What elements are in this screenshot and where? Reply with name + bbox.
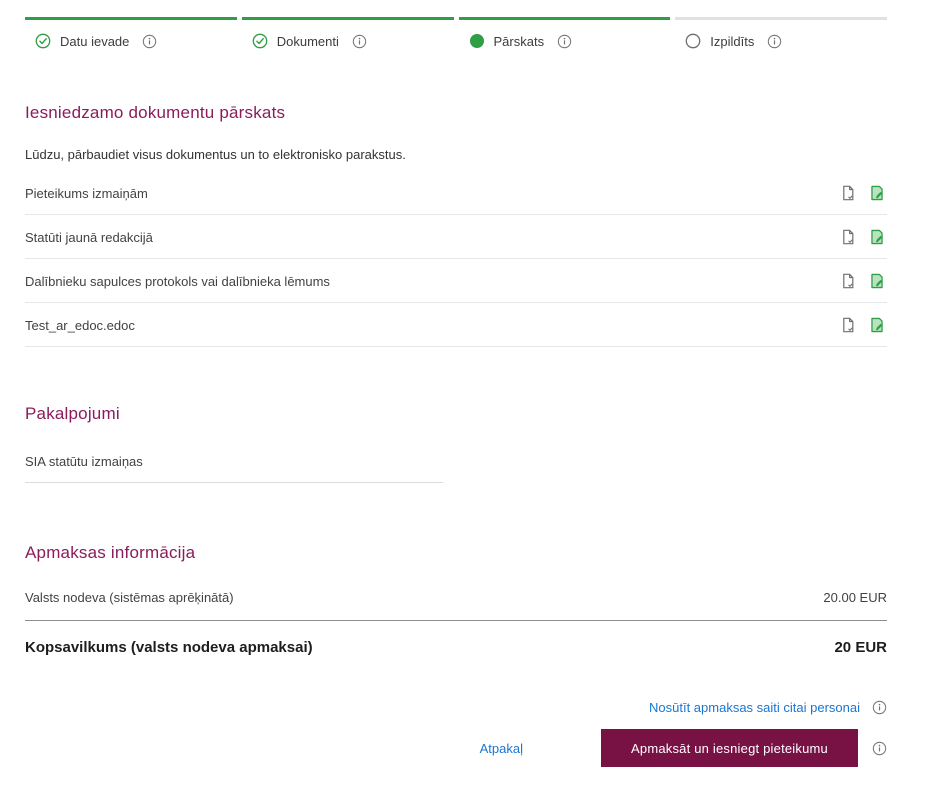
step-bar <box>675 17 887 20</box>
document-title: Statūti jaunā redakcijā <box>25 229 153 245</box>
document-title: Test_ar_edoc.edoc <box>25 317 135 333</box>
payment-fee-label: Valsts nodeva (sistēmas aprēķinātā) <box>25 590 234 605</box>
step-label: Pārskats <box>493 33 545 49</box>
review-page: Datu ievade Dokumenti Pārskats Izpildīts… <box>0 0 931 767</box>
document-title: Pieteikums izmaiņām <box>25 185 148 201</box>
step-label: Izpildīts <box>710 33 755 49</box>
step-dokumenti[interactable]: Dokumenti <box>241 17 454 49</box>
service-item: SIA statūtu izmaiņas <box>25 437 443 483</box>
signed-document-icon[interactable] <box>869 229 885 245</box>
info-icon[interactable] <box>872 700 887 715</box>
payment-summary-label: Kopsavilkums (valsts nodeva apmaksai) <box>25 639 313 656</box>
info-icon[interactable] <box>142 34 157 49</box>
step-label: Datu ievade <box>60 33 130 49</box>
send-payment-link[interactable]: Nosūtīt apmaksas saiti citai personai <box>649 700 860 715</box>
step-label: Dokumenti <box>276 33 339 49</box>
check-circle-icon <box>35 33 51 49</box>
back-link[interactable]: Atpakaļ <box>480 741 523 756</box>
documents-section-title: Iesniedzamo dokumentu pārskats <box>25 103 286 122</box>
filled-circle-icon <box>469 34 484 48</box>
info-icon[interactable] <box>767 34 782 49</box>
document-title: Dalībnieku sapulces protokols vai dalībn… <box>25 273 330 289</box>
step-datu-ievade[interactable]: Datu ievade <box>25 17 237 49</box>
check-circle-icon <box>252 33 268 49</box>
empty-circle-icon <box>685 33 701 49</box>
step-parskats[interactable]: Pārskats <box>458 17 671 49</box>
documents-section-subtitle: Lūdzu, pārbaudiet visus dokumentus un to… <box>25 147 406 162</box>
submit-button[interactable]: Apmaksāt un iesniegt pieteikumu <box>601 729 858 767</box>
signed-document-icon[interactable] <box>869 185 885 201</box>
document-row: Statūti jaunā redakcijā <box>25 215 887 259</box>
document-row: Test_ar_edoc.edoc <box>25 303 887 347</box>
payment-section-title: Apmaksas informācija <box>25 543 196 562</box>
signed-document-icon[interactable] <box>869 273 885 289</box>
step-indicator: Datu ievade Dokumenti Pārskats Izpildīts <box>25 0 887 49</box>
send-payment-link-row: Nosūtīt apmaksas saiti citai personai <box>25 700 887 715</box>
info-icon[interactable] <box>872 741 887 756</box>
payment-summary-value: 20 EUR <box>834 639 887 656</box>
step-bar <box>241 17 454 20</box>
step-bar <box>25 17 237 20</box>
step-bar <box>458 17 671 20</box>
info-icon[interactable] <box>557 34 572 49</box>
document-icon[interactable] <box>840 229 856 245</box>
document-row: Pieteikums izmaiņām <box>25 171 887 215</box>
document-list: Pieteikums izmaiņām Statūti jaunā redakc… <box>25 171 887 347</box>
document-row: Dalībnieku sapulces protokols vai dalībn… <box>25 259 887 303</box>
actions-row: Atpakaļ Apmaksāt un iesniegt pieteikumu <box>25 729 887 767</box>
payment-fee-row: Valsts nodeva (sistēmas aprēķinātā) 20.0… <box>25 572 887 621</box>
signed-document-icon[interactable] <box>869 317 885 333</box>
payment-fee-value: 20.00 EUR <box>823 590 887 605</box>
document-icon[interactable] <box>840 317 856 333</box>
payment-summary-row: Kopsavilkums (valsts nodeva apmaksai) 20… <box>25 621 887 672</box>
document-icon[interactable] <box>840 185 856 201</box>
services-section-title: Pakalpojumi <box>25 404 120 423</box>
step-izpildits[interactable]: Izpildīts <box>675 17 887 49</box>
document-icon[interactable] <box>840 273 856 289</box>
info-icon[interactable] <box>352 34 367 49</box>
